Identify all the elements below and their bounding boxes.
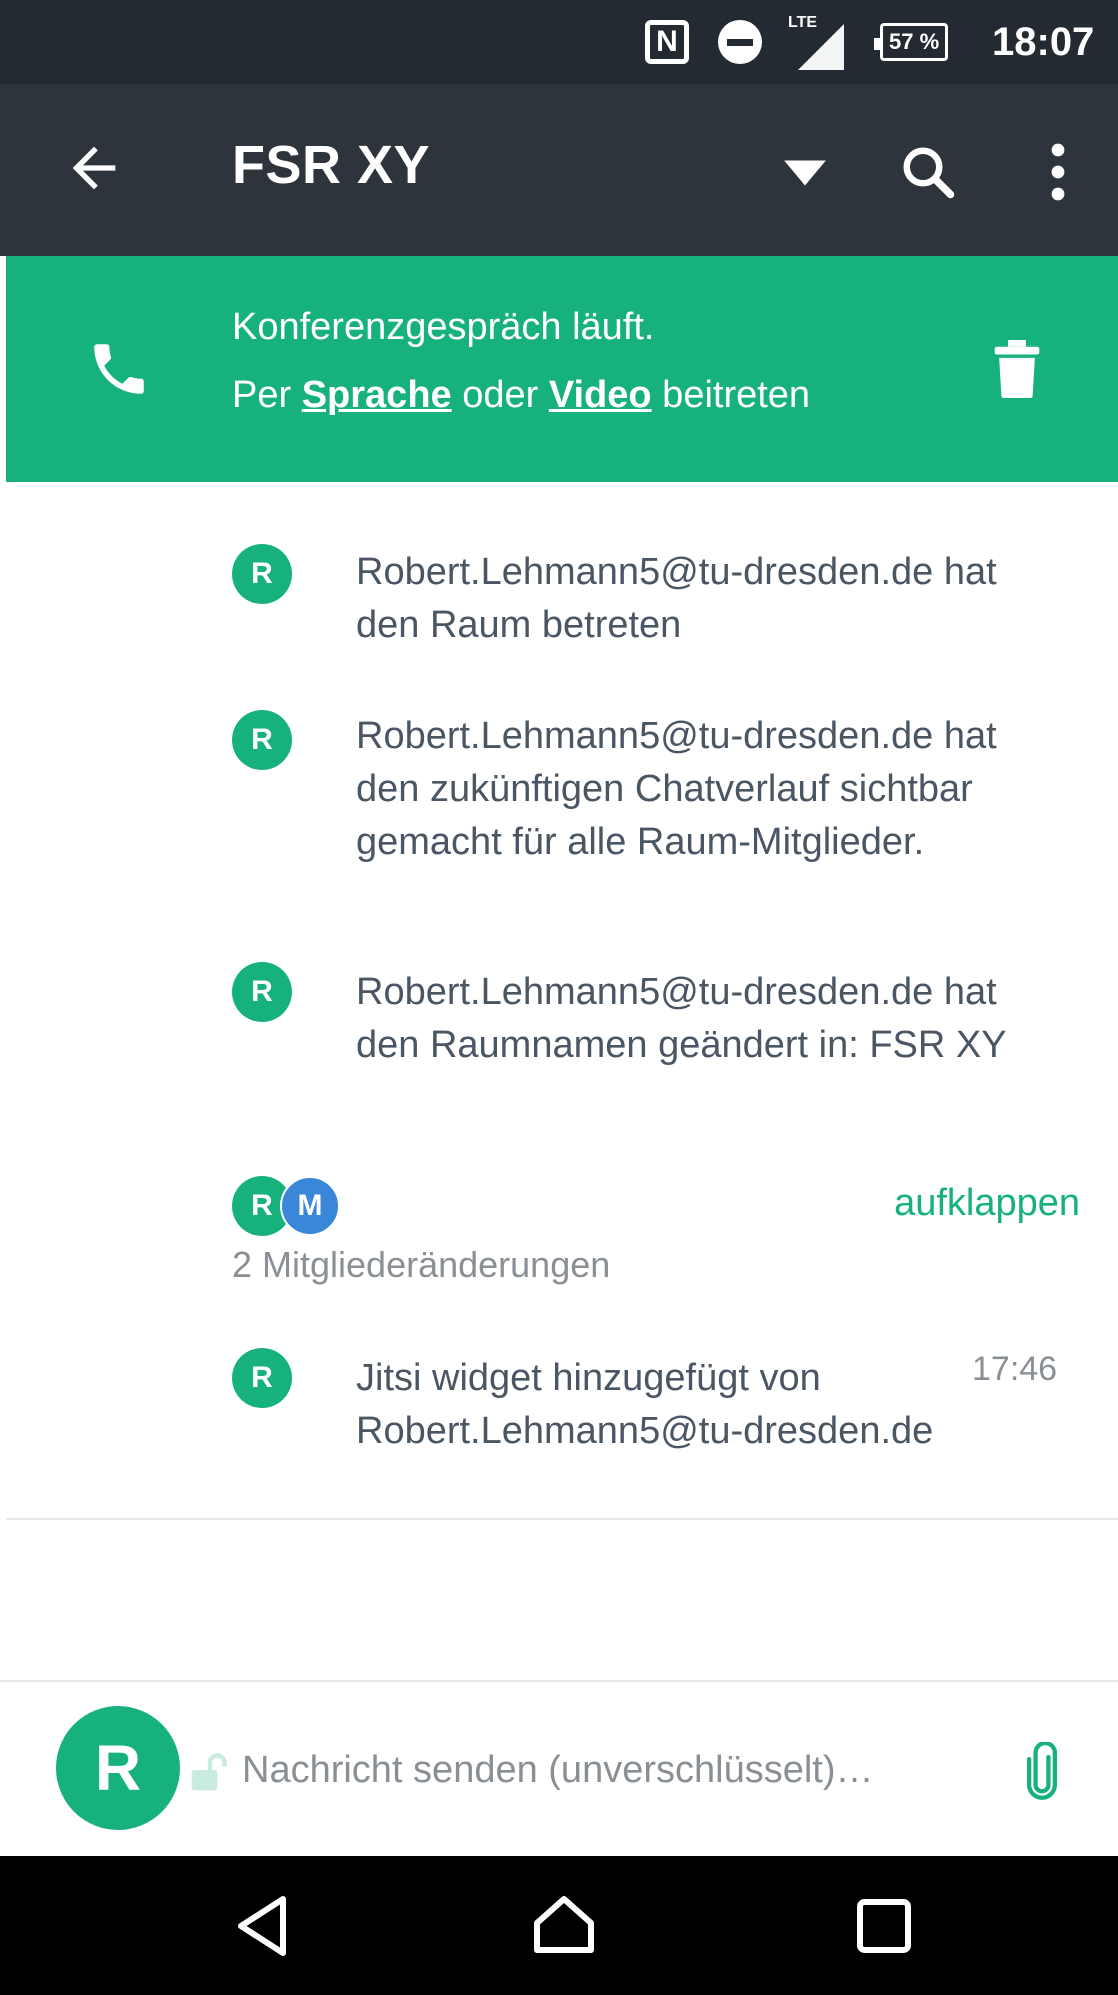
message-composer: R <box>0 1680 1118 1856</box>
avatar[interactable]: R <box>232 710 292 770</box>
conference-join-text: Per Sprache oder Video beitreten <box>232 374 811 416</box>
phone-icon <box>94 344 144 394</box>
room-title[interactable]: FSR XY <box>232 134 430 196</box>
battery-level: 57 % <box>873 23 949 61</box>
back-arrow-icon[interactable] <box>62 136 126 200</box>
nfc-icon: N <box>645 0 697 84</box>
avatar[interactable]: R <box>232 1348 292 1408</box>
avatar[interactable]: R <box>232 962 292 1022</box>
conference-status: Konferenzgespräch läuft. <box>232 306 655 348</box>
unlocked-icon <box>191 1753 227 1791</box>
nav-home-icon[interactable] <box>528 1890 600 1962</box>
avatar[interactable]: R <box>232 544 292 604</box>
event-text: Jitsi widget hinzugefügt von Robert.Lehm… <box>356 1357 934 1452</box>
search-icon[interactable] <box>898 142 958 202</box>
signal-icon: LTE <box>780 0 846 84</box>
nfc-label: N <box>645 20 689 64</box>
battery-icon: 57 % <box>873 0 949 84</box>
caret-down-icon[interactable] <box>780 156 830 190</box>
conference-call-banner: Konferenzgespräch läuft. Per Sprache ode… <box>6 256 1118 482</box>
event-text: Robert.Lehmann5@tu-dresden.de hat den Ra… <box>356 551 997 646</box>
member-changes-summary: 2 Mitgliederänderungen <box>232 1244 611 1285</box>
trash-icon[interactable] <box>994 340 1040 398</box>
event-timestamp: 17:46 <box>972 1350 1058 1388</box>
status-bar: N LTE 57 % 18:07 <box>0 0 1118 84</box>
status-time: 18:07 <box>992 19 1095 64</box>
join-voice-link[interactable]: Sprache <box>302 374 452 416</box>
expand-member-changes-link[interactable]: aufklappen <box>894 1182 1080 1225</box>
attachment-icon[interactable] <box>1022 1742 1062 1802</box>
join-video-link[interactable]: Video <box>549 374 652 416</box>
event-text: Robert.Lehmann5@tu-dresden.de hat den zu… <box>356 715 997 863</box>
own-avatar[interactable]: R <box>56 1706 180 1830</box>
do-not-disturb-icon <box>718 0 762 84</box>
nav-back-icon[interactable] <box>226 1890 298 1962</box>
app-bar: FSR XY <box>0 84 1118 256</box>
divider <box>6 1518 1118 1520</box>
system-navigation-bar <box>0 1856 1118 1995</box>
event-text: Robert.Lehmann5@tu-dresden.de hat den Ra… <box>356 971 1007 1066</box>
more-vert-icon[interactable] <box>1040 142 1076 202</box>
member-avatar[interactable]: M <box>280 1176 340 1236</box>
message-input[interactable] <box>242 1738 982 1802</box>
nav-recents-icon[interactable] <box>848 1890 920 1962</box>
